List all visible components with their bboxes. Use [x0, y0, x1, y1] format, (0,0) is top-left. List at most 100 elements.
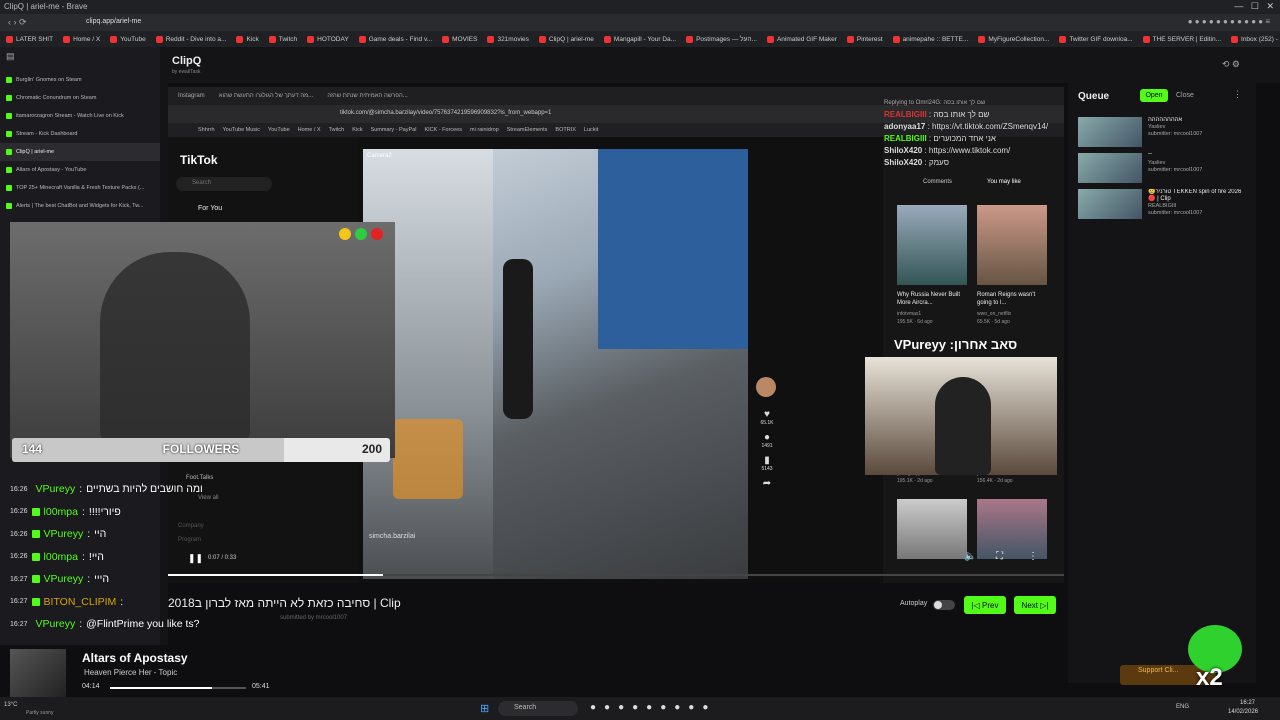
history-icon[interactable]: ⟲ ⚙: [1222, 59, 1240, 70]
chat-username[interactable]: l00mpa: [44, 506, 78, 518]
inner-bookmark[interactable]: YouTube: [268, 127, 290, 133]
bookmark-item[interactable]: YouTube: [110, 35, 146, 43]
seek-bar[interactable]: [168, 574, 1064, 576]
taskbar-app-icons[interactable]: ●●●●●●●●●: [590, 702, 716, 713]
bookmark-item[interactable]: Postimages — העל...: [686, 35, 757, 43]
heart-icon[interactable]: ♥: [756, 409, 778, 420]
inner-bookmark[interactable]: Summary - PayPal: [371, 127, 417, 133]
inner-bookmark[interactable]: Luckit: [584, 127, 598, 133]
side-tab-item[interactable]: Alerts | The best ChatBot and Widgets fo…: [0, 197, 160, 215]
autoplay-toggle[interactable]: [933, 600, 955, 610]
pause-icon[interactable]: ❚❚: [188, 553, 203, 564]
clock-time[interactable]: 16:27: [1240, 700, 1255, 706]
bookmark-item[interactable]: Game deals - Find v...: [358, 35, 432, 43]
bookmark-item[interactable]: Twitch: [268, 35, 297, 43]
windows-start-icon[interactable]: ⊞: [480, 702, 489, 715]
bookmark-item[interactable]: Animated GIF Maker: [766, 35, 837, 43]
prev-button[interactable]: |◁ Prev: [964, 596, 1006, 614]
chat-username[interactable]: VPureyy: [44, 573, 84, 585]
bookmark-item[interactable]: MyFigureCollection...: [978, 35, 1049, 43]
side-tab-item[interactable]: Chromatic Conundrum on Steam: [0, 89, 160, 107]
view-all-link[interactable]: View all: [198, 495, 219, 501]
fullscreen-icon[interactable]: ⛶: [996, 551, 1003, 562]
inner-tab[interactable]: הפרשה האמיתית שנתת שהזה...: [327, 93, 408, 99]
bookmark-item[interactable]: Twitter GIF downloa...: [1059, 35, 1133, 43]
bookmark-item[interactable]: Kick: [236, 35, 259, 43]
rec-thumb-1[interactable]: [897, 205, 967, 285]
inner-bookmark[interactable]: Kick: [352, 127, 362, 133]
side-tab-item[interactable]: Altars of Apostasy - YouTube: [0, 161, 160, 179]
bookmark-item[interactable]: THE SERVER | Editin...: [1142, 35, 1221, 43]
inner-bookmark[interactable]: Shhrrh: [198, 127, 215, 133]
url-field[interactable]: clipq.app/ariel-me: [86, 18, 141, 25]
side-tab-item[interactable]: Stream - Kick Dashboard: [0, 125, 160, 143]
chat-username[interactable]: BITON_CLIPIM: [44, 596, 117, 608]
tiktok-search[interactable]: Search: [176, 177, 272, 191]
language-indicator[interactable]: ENG: [1176, 704, 1189, 710]
queue-item[interactable]: 😢טורניר TEKKEN spin of fire 2026 🔴 | Cli…: [1078, 189, 1248, 219]
video-author[interactable]: simcha.barzilai: [369, 533, 415, 540]
window-controls[interactable]: — ☐ ✕: [1234, 1, 1274, 12]
clock-date[interactable]: 14/02/2026: [1228, 709, 1258, 715]
chat-username[interactable]: VPureyy: [44, 528, 84, 540]
inner-bookmark[interactable]: Home / X: [298, 127, 321, 133]
chat-username[interactable]: VPureyy: [36, 618, 76, 630]
inner-bookmark[interactable]: Twitch: [329, 127, 345, 133]
queue-menu-icon[interactable]: ⋮: [1233, 89, 1242, 100]
chat-username[interactable]: VPureyy: [36, 483, 76, 495]
comment-icon[interactable]: ●: [756, 432, 778, 443]
chat-username[interactable]: l00mpa: [44, 551, 78, 563]
company-link[interactable]: Company: [178, 523, 204, 529]
side-tab-item[interactable]: ClipQ | ariel-me: [0, 143, 160, 161]
share-icon[interactable]: ➦: [756, 478, 778, 489]
rec-title-1[interactable]: Why Russia Never Built More Aircra...: [897, 291, 967, 307]
extension-icons[interactable]: ● ● ● ● ● ● ● ● ● ● ● ≡: [1188, 17, 1270, 26]
rec-thumb-2[interactable]: [977, 205, 1047, 285]
bookmark-item[interactable]: Pinterest: [846, 35, 883, 43]
more-icon[interactable]: ⋮: [1028, 551, 1038, 562]
tab-favicon-icon: [6, 131, 12, 137]
author-avatar[interactable]: [756, 377, 776, 397]
rec-thumb-3[interactable]: [897, 499, 967, 559]
chat-message: 16:26 l00mpa : !!!!פיורי: [10, 505, 121, 518]
bookmark-item[interactable]: Mangapill - Your Da...: [603, 35, 676, 43]
next-button[interactable]: Next ▷|: [1014, 596, 1056, 614]
bookmark-item[interactable]: Inbox (252) - arielm...: [1231, 35, 1280, 43]
volume-icon[interactable]: 🔈: [964, 551, 976, 562]
rec-title-2[interactable]: Roman Reigns wasn't going to l...: [977, 291, 1047, 307]
bookmark-item[interactable]: animepahe :: BETTE...: [892, 35, 968, 43]
bookmark-item[interactable]: 321movies: [487, 35, 529, 43]
inner-bookmark[interactable]: mi rainidrop: [470, 127, 499, 133]
bookmark-item[interactable]: Home / X: [63, 35, 100, 43]
side-tab-item[interactable]: Burglin' Gnomes on Steam: [0, 71, 160, 89]
rec-thumb-4[interactable]: [977, 499, 1047, 559]
back-forward-icons[interactable]: ‹ › ⟳: [8, 17, 27, 28]
chat-text: ומה חושבים להיות בשתיים: [86, 483, 203, 496]
for-you-link[interactable]: For You: [198, 205, 222, 212]
inner-tab[interactable]: Instagram: [178, 93, 205, 99]
queue-close-button[interactable]: Close: [1176, 92, 1194, 99]
queue-item[interactable]: אהההההההה Yasliev submitter: mrcool1007: [1078, 117, 1248, 147]
app-title: ClipQ: [172, 55, 202, 67]
bookmark-item[interactable]: LATER SHIT: [6, 35, 53, 43]
bookmark-icon[interactable]: ▮: [756, 455, 778, 466]
taskbar-search[interactable]: Search: [498, 701, 578, 716]
overlay-chat-line: REALBIGIII : שם לך אותו בסה: [884, 110, 990, 119]
inner-bookmark[interactable]: BOTRIX: [555, 127, 575, 133]
tiktok-video[interactable]: Camera2 simcha.barzilai: [363, 149, 748, 579]
side-account[interactable]: Foot.Talks: [186, 475, 213, 481]
bookmark-item[interactable]: MOVIES: [442, 35, 477, 43]
panel-toggle-icon[interactable]: ▤: [0, 47, 160, 65]
bookmark-item[interactable]: Reddit - Dive into a...: [155, 35, 226, 43]
bookmark-item[interactable]: ClipQ | ariel-me: [538, 35, 594, 43]
queue-item[interactable]: "" Yasliev submitter: mrcool1007: [1078, 153, 1248, 183]
bookmark-item[interactable]: HOTODAY: [307, 35, 349, 43]
side-tab-item[interactable]: itamarorzagron Stream - Watch Live on Ki…: [0, 107, 160, 125]
inner-bookmark[interactable]: YouTube Music: [223, 127, 261, 133]
side-tab-item[interactable]: TOP 25+ Minecraft Vanilla & Fresh Textur…: [0, 179, 160, 197]
queue-open-button[interactable]: Open: [1140, 89, 1168, 102]
program-link[interactable]: Program: [178, 537, 201, 543]
inner-bookmark[interactable]: StreamElements: [507, 127, 548, 133]
inner-bookmark[interactable]: KICK - Forcees: [424, 127, 462, 133]
inner-tab[interactable]: מה דעתך של הגולגרו התעשת שהוא...: [219, 93, 314, 99]
